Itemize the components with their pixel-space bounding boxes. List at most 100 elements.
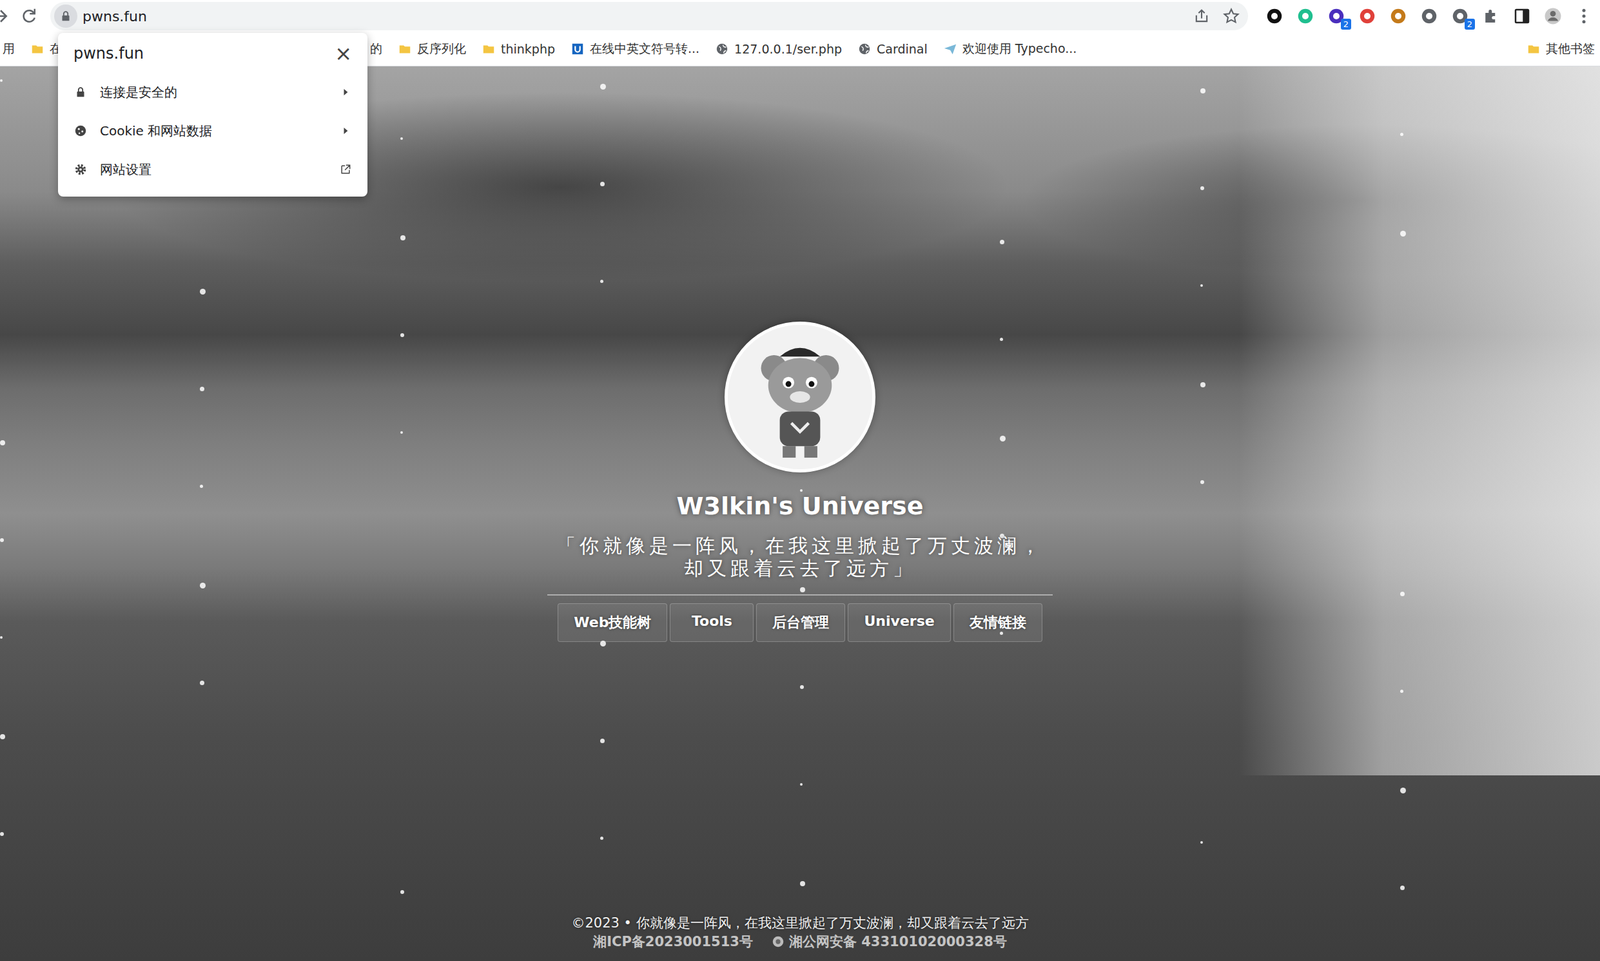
snowflake [1200, 382, 1206, 388]
folder-icon [30, 41, 45, 57]
snowflake [1400, 689, 1404, 693]
puzzle-icon[interactable] [1481, 6, 1501, 26]
bookmark[interactable]: 反序列化 [397, 40, 467, 58]
snowflake [600, 738, 605, 744]
popup-item[interactable]: 连接是安全的 [58, 72, 368, 112]
avatar[interactable] [724, 321, 876, 473]
extension-button[interactable] [1264, 6, 1285, 26]
extension-icon [1295, 6, 1316, 26]
extensions: 22 [1257, 6, 1594, 26]
popup-item[interactable]: 网站设置 [58, 150, 368, 189]
nav: Web技能树Tools后台管理Universe友情链接 [557, 603, 1042, 643]
extension-button[interactable]: 2 [1326, 6, 1347, 26]
other-bookmarks[interactable]: 其他书签 [1526, 40, 1595, 58]
site-info-button[interactable] [54, 4, 78, 28]
bookmark[interactable]: 欢迎使用 Typecho... [943, 40, 1078, 58]
nav-button[interactable]: 友情链接 [953, 603, 1043, 643]
nav-button[interactable]: Tools [669, 603, 754, 643]
star-icon[interactable] [1222, 7, 1241, 26]
motto: 「你就像是一阵风，在我这里掀起了万丈波澜，却又跟着云去了远方」 [556, 534, 1044, 581]
folder-icon [397, 41, 412, 57]
extension-button[interactable] [1357, 6, 1377, 26]
submenu-arrow-icon [339, 85, 352, 99]
gear-icon [73, 162, 88, 177]
bookmark[interactable]: thinkphp [481, 41, 556, 57]
bookmark[interactable]: 127.0.0.1/ser.php [714, 41, 842, 57]
extension-button[interactable] [1419, 6, 1439, 26]
extension-button[interactable]: 2 [1450, 6, 1470, 26]
snowflake [0, 440, 6, 446]
snowflake [1400, 230, 1406, 237]
snowflake [199, 680, 205, 686]
profile-icon[interactable] [1543, 6, 1563, 26]
snowflake [1400, 787, 1406, 794]
submenu-arrow-icon [339, 124, 352, 138]
lock-icon [73, 85, 88, 100]
snowflake [400, 333, 405, 338]
snowflake [600, 279, 604, 283]
snowflake [800, 587, 806, 593]
site-icon [570, 41, 585, 57]
icp-link[interactable]: 湘ICP备2023001513号 [593, 932, 753, 951]
folder-icon [481, 41, 496, 57]
snowflake [800, 881, 806, 887]
lock-icon [58, 9, 73, 24]
popup-title: pwns.fun [73, 44, 144, 63]
nav-button[interactable]: Web技能树 [557, 603, 668, 643]
snowflake [0, 636, 3, 639]
nav-button[interactable]: Universe [847, 603, 951, 643]
extension-icon [1419, 6, 1439, 26]
snowflake [0, 79, 3, 82]
bookmark[interactable]: 的 [370, 40, 383, 58]
snowflake [400, 137, 403, 140]
snowflake [800, 685, 804, 690]
waterfall [1239, 66, 1600, 776]
external-link-icon [339, 163, 352, 176]
page-background: W3lkin's Universe 「你就像是一阵风，在我这里掀起了万丈波澜，却又… [0, 66, 1600, 961]
globe-icon [857, 41, 872, 57]
address-bar[interactable]: pwns.fun [50, 1, 1249, 31]
snowflake [600, 181, 605, 187]
snowflake [1400, 885, 1405, 891]
police-badge-icon [770, 934, 786, 949]
extension-button[interactable] [1388, 6, 1408, 26]
snowflake [400, 235, 406, 241]
extension-button[interactable] [1295, 6, 1316, 26]
site-title: W3lkin's Universe [676, 491, 924, 521]
snowflake [400, 431, 403, 434]
snowflake [0, 538, 4, 543]
close-button[interactable]: × [334, 43, 352, 64]
snowflake [600, 83, 606, 90]
snowflake [600, 836, 604, 840]
folder-icon [1526, 41, 1541, 57]
extension-icon [1264, 6, 1285, 26]
bookmark[interactable]: 用 [2, 40, 15, 58]
cookie-icon [73, 123, 88, 138]
popup-item[interactable]: Cookie 和网站数据 [58, 111, 368, 151]
divider [547, 594, 1053, 596]
snowflake [199, 386, 205, 392]
snowflake [1200, 284, 1203, 287]
bookmark[interactable]: 在线中英文符号转... [570, 40, 700, 58]
nav-button[interactable]: 后台管理 [756, 603, 846, 643]
bookmark[interactable]: 在 [30, 40, 62, 58]
share-icon[interactable] [1192, 7, 1211, 26]
site-info-popup: pwns.fun × 连接是安全的Cookie 和网站数据网站设置 [58, 32, 368, 197]
copyright: ©2023 • 你就像是一阵风，在我这里掀起了万丈波澜，却又跟着云去了远方 [571, 914, 1029, 933]
snowflake [1400, 591, 1405, 597]
police-link[interactable]: 湘公网安备 43310102000328号 [770, 932, 1007, 951]
bookmark[interactable]: Cardinal [857, 41, 928, 57]
snowflake [199, 582, 206, 589]
address-text[interactable]: pwns.fun [82, 8, 1188, 25]
snowflake [0, 734, 6, 740]
bear-icon [727, 324, 873, 470]
reload-icon[interactable] [19, 6, 39, 26]
side-panel-icon[interactable] [1512, 6, 1532, 26]
menu-icon[interactable] [1574, 6, 1594, 26]
snowflake [1200, 88, 1206, 94]
back-arrow-icon[interactable] [0, 6, 11, 26]
snowflake [0, 832, 4, 837]
snowflake [800, 783, 803, 786]
snowflake [800, 489, 803, 492]
snowflake [999, 435, 1006, 442]
